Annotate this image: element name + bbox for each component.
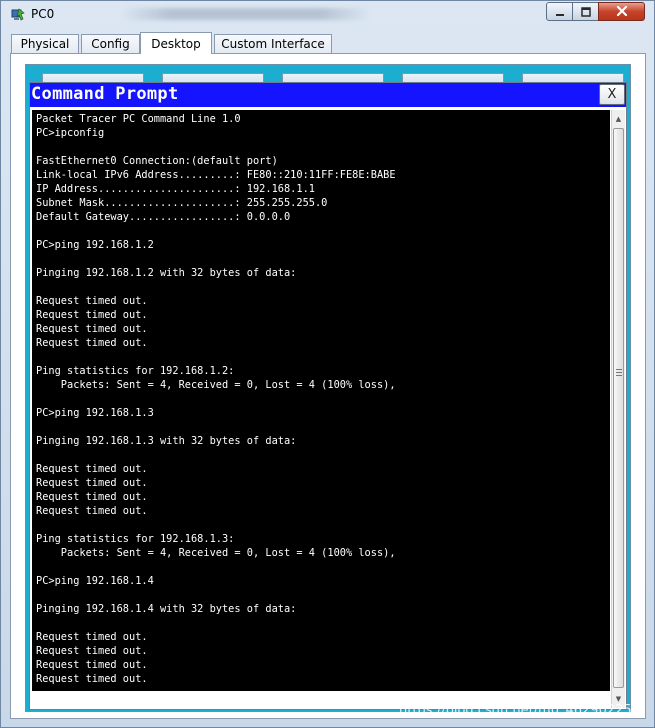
thumb-grip [616,369,622,370]
maximize-button[interactable] [572,2,599,21]
terminal-output-area[interactable]: Packet Tracer PC Command Line 1.0 PC>ipc… [32,110,610,691]
packet-tracer-pc-icon [10,7,26,23]
pc0-window: PC0 Physical Config Desktop Custom Inter… [0,0,655,728]
tab-config[interactable]: Config [81,34,140,53]
command-prompt-title: Command Prompt [31,84,179,104]
maximize-icon [580,2,591,21]
close-button[interactable] [598,2,645,21]
device-tabs: Physical Config Desktop Custom Interface [9,32,649,54]
minimize-button[interactable] [546,2,573,21]
window-titlebar[interactable]: PC0 [1,1,654,29]
pc-desktop: Command Prompt X Packet Tracer PC Comman… [25,64,631,712]
command-prompt-window: Command Prompt X Packet Tracer PC Comman… [29,82,627,710]
scrollbar-thumb[interactable] [613,128,624,688]
blurred-title-region [121,8,371,20]
vertical-scrollbar[interactable]: ▲ ▼ [611,110,625,708]
minimize-icon [555,2,565,21]
command-prompt-close-button[interactable]: X [599,84,625,105]
thumb-grip [616,372,622,373]
window-title: PC0 [31,7,55,21]
terminal-text: Packet Tracer PC Command Line 1.0 PC>ipc… [36,113,396,685]
thumb-grip [616,375,622,376]
watermark-text: https://blog.csdn.net/m0_46290225 [399,703,632,718]
tab-desktop[interactable]: Desktop [140,32,212,54]
close-icon [616,2,628,21]
tab-custom-interface[interactable]: Custom Interface [214,34,332,53]
desktop-tab-panel: Command Prompt X Packet Tracer PC Comman… [10,53,646,719]
command-prompt-titlebar[interactable]: Command Prompt X [30,83,626,107]
tab-physical[interactable]: Physical [11,34,79,53]
scroll-up-arrow-icon[interactable]: ▲ [612,112,625,125]
